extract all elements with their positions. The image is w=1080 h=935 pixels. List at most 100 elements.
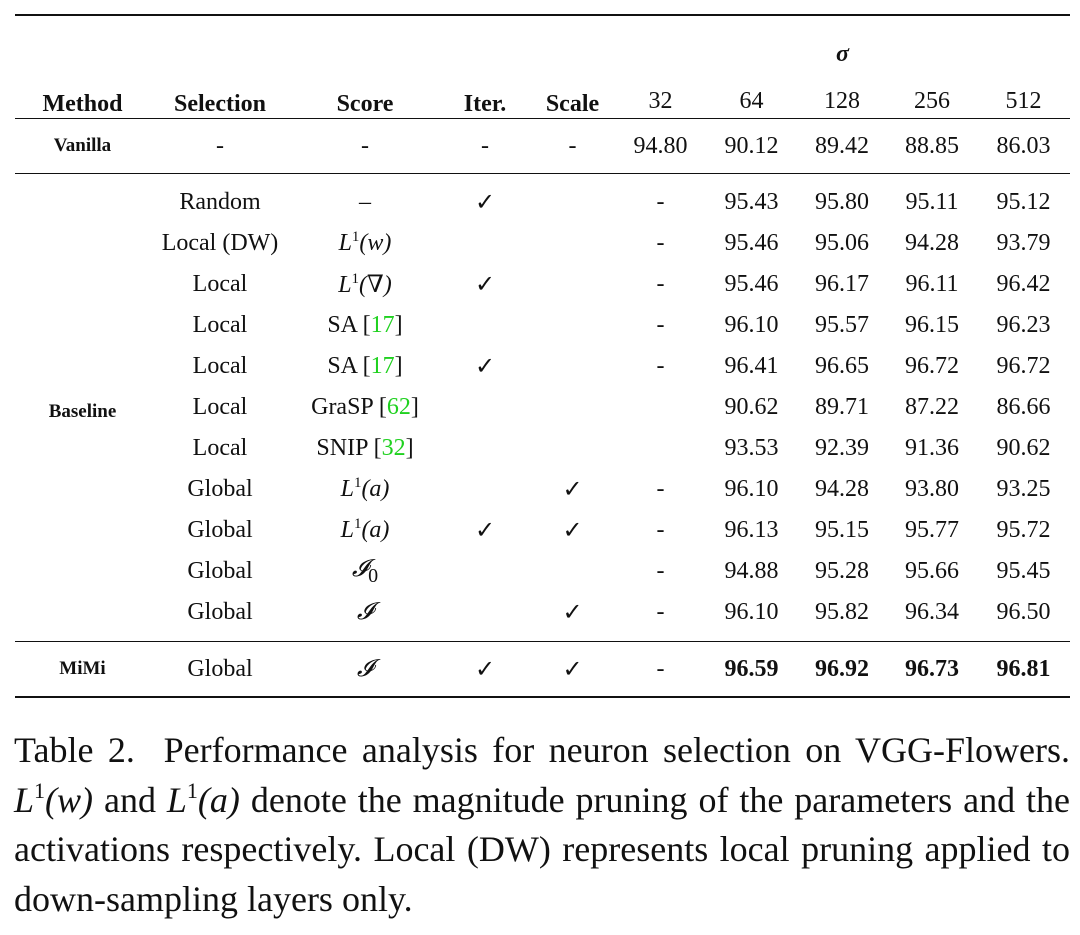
- cell-value: -: [656, 476, 665, 502]
- cell-scale: [530, 428, 615, 469]
- math-symbol: L: [14, 779, 35, 820]
- cell-value: -: [656, 517, 665, 543]
- cell-value: 95.45: [996, 558, 1051, 584]
- math-superscript: 1: [34, 777, 46, 803]
- header-scale: Scale: [545, 91, 600, 117]
- cell-scale: [530, 305, 615, 346]
- citation-link[interactable]: 32: [382, 435, 406, 461]
- table-caption: Table 2. Performance analysis for neuron…: [14, 726, 1070, 924]
- header-sigma: σ: [615, 15, 1070, 84]
- cell-selection: Local (DW): [161, 230, 279, 256]
- cell-value: -: [656, 189, 665, 215]
- cell-iter: ✓: [474, 656, 496, 683]
- caption-math-l1a: L1(a): [167, 777, 240, 820]
- cell-value: 95.43: [724, 189, 779, 215]
- cell-selection: Global: [187, 517, 253, 543]
- table-row: Local L1(∇) ✓ - 95.46 96.17 96.11 96.42: [15, 264, 1070, 305]
- cell-scale: ✓: [562, 600, 583, 626]
- cell-value: 89.42: [815, 132, 869, 159]
- math-symbol: L: [338, 230, 352, 256]
- cell-value: -: [656, 230, 665, 256]
- cell-iter: [440, 387, 530, 428]
- method-mimi: MiMi: [59, 658, 106, 679]
- header-method: Method: [42, 91, 123, 117]
- cell-value: 96.81: [996, 655, 1051, 682]
- cell-scale: [530, 551, 615, 592]
- cell-value: 95.66: [905, 558, 959, 584]
- math-symbol: L: [340, 517, 354, 543]
- cell-value: 96.11: [905, 271, 959, 297]
- header-sigma-32: 32: [648, 87, 673, 114]
- cell-iter: -: [481, 132, 489, 159]
- table-row-vanilla: Vanilla - - - - 94.80 90.12 89.42 88.85 …: [15, 118, 1071, 174]
- cell-iter: ✓: [474, 190, 496, 216]
- cell-value: 94.28: [815, 476, 869, 502]
- cell-value: 95.12: [996, 189, 1051, 215]
- cell-score: L1(a): [290, 510, 440, 551]
- cell-iter: [440, 551, 530, 592]
- cell-score: 𝓘: [290, 642, 440, 698]
- header-sigma-128: 128: [824, 87, 860, 114]
- table-row: MiMi Global 𝓘 ✓ ✓ - 96.59 96.92 96.73 96.81: [15, 641, 1071, 698]
- caption-math-l1w: L1(w): [14, 777, 93, 820]
- cell-value: -: [656, 271, 665, 297]
- cell-value: 96.41: [724, 353, 779, 379]
- math-superscript: 1: [351, 271, 360, 287]
- cell-value: 94.88: [724, 558, 779, 584]
- caption-label: Table 2.: [14, 730, 135, 770]
- math-superscript: 1: [186, 777, 198, 803]
- cell-value: 94.28: [905, 230, 959, 256]
- cell-value: 95.11: [905, 189, 959, 215]
- cell-score: –: [290, 174, 440, 224]
- cell-value: 96.34: [905, 599, 959, 625]
- cell-iter: [440, 305, 530, 346]
- cell-value: -: [656, 599, 665, 625]
- cell-value: -: [656, 312, 665, 338]
- cell-scale: ✓: [562, 656, 583, 683]
- citation-link[interactable]: 62: [387, 394, 411, 420]
- citation-link[interactable]: 17: [371, 353, 395, 379]
- cell-value: 96.13: [724, 517, 779, 543]
- cell-value: 88.85: [905, 132, 959, 159]
- results-table: Method Selection Score Iter. Scale σ 32 …: [15, 14, 1071, 698]
- sigma-symbol: σ: [836, 40, 849, 67]
- cell-value: 95.72: [996, 517, 1051, 543]
- cell-score: SA [17]: [327, 353, 403, 379]
- cell-value: 90.12: [724, 132, 779, 159]
- cell-value: 95.82: [815, 599, 869, 625]
- cell-value: 96.10: [724, 312, 779, 338]
- citation-link[interactable]: 17: [371, 312, 395, 338]
- score-name: SA: [327, 312, 357, 338]
- math-argument: (a): [197, 779, 240, 820]
- cell-score: 𝓘: [290, 592, 440, 642]
- table-row: Global L1(a) ✓ - 96.10 94.28 93.80 93.25: [15, 469, 1070, 510]
- cell-value: 96.65: [815, 353, 869, 379]
- cell-scale: [530, 346, 615, 387]
- cell-value: 95.77: [905, 517, 959, 543]
- cell-value: 96.15: [905, 312, 959, 338]
- table-row: Local GraSP [62] 90.62 89.71 87.22 86.66: [15, 387, 1070, 428]
- cell-score: -: [361, 132, 369, 159]
- cell-iter: ✓: [474, 518, 496, 544]
- cell-iter: [440, 223, 530, 264]
- cell-value: 95.15: [815, 517, 869, 543]
- cell-value: 90.62: [996, 435, 1051, 461]
- math-argument: (a): [361, 476, 390, 502]
- table-row: Local SA [17] - 96.10 95.57 96.15 96.23: [15, 305, 1070, 346]
- caption-text-2: and: [103, 779, 156, 820]
- caption-text-1: Performance analysis for neuron selectio…: [163, 730, 1071, 770]
- cell-selection: Local: [192, 394, 248, 420]
- cell-scale: [530, 264, 615, 305]
- cell-value: 93.53: [724, 435, 779, 461]
- math-symbol: 𝓘: [351, 555, 369, 582]
- cell-score: SNIP [32]: [316, 435, 414, 461]
- table-row: Global L1(a) ✓ ✓ - 96.13 95.15 95.77 95.72: [15, 510, 1070, 551]
- cell-selection: Global: [187, 655, 253, 682]
- header-sigma-256: 256: [914, 87, 950, 114]
- score-name: SNIP: [316, 435, 368, 461]
- method-baseline: Baseline: [48, 400, 117, 422]
- cell-iter: [440, 592, 530, 642]
- cell-scale: [530, 174, 615, 224]
- cell-selection: -: [216, 132, 224, 159]
- math-argument: (w): [359, 230, 392, 256]
